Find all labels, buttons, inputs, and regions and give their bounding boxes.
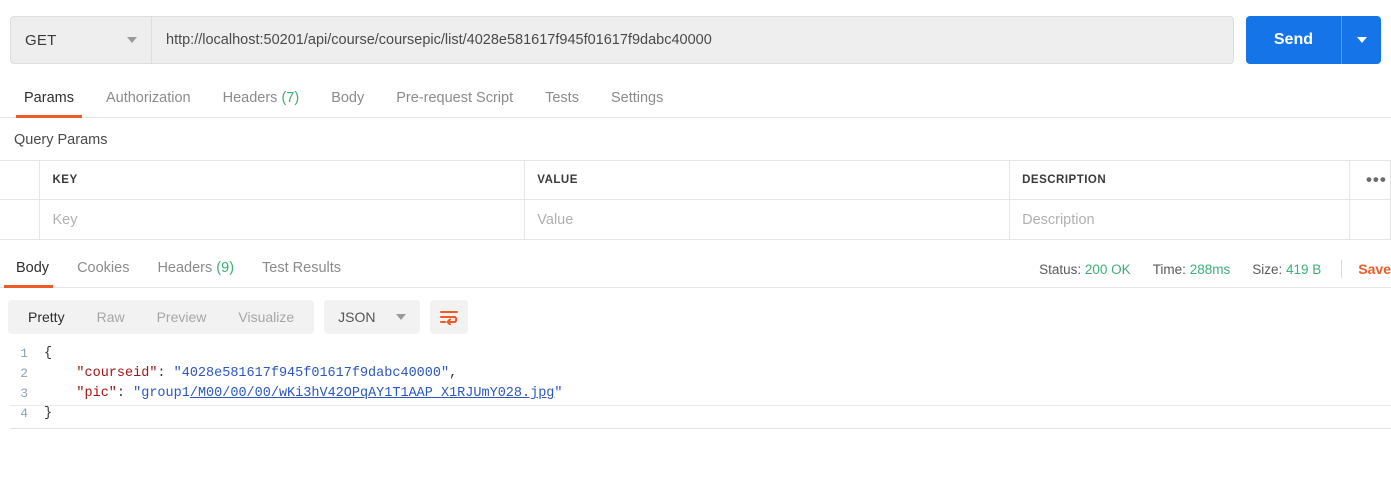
chevron-down-icon — [1356, 37, 1367, 43]
viewer-mode-pretty[interactable]: Pretty — [12, 300, 81, 334]
request-tabs: Params Authorization Headers (7) Body Pr… — [0, 78, 1391, 118]
code-line: 2 "courseid": "4028e581617f945f01617f9da… — [10, 366, 1391, 386]
tab-authorization[interactable]: Authorization — [90, 90, 207, 117]
divider — [1341, 260, 1343, 278]
response-viewer-toolbar: Pretty Raw Preview Visualize JSON — [0, 288, 1391, 346]
json-comma: , — [449, 366, 458, 381]
bulk-edit-icon[interactable]: ••• — [1362, 170, 1387, 189]
param-description-input[interactable]: Description — [1009, 199, 1350, 240]
time-indicator: Time: 288ms — [1153, 262, 1231, 277]
status-label: Status: — [1039, 261, 1082, 277]
response-tab-cookies-label: Cookies — [77, 260, 130, 276]
row-checkbox[interactable] — [0, 199, 41, 240]
code-line: 4 } — [10, 406, 1391, 426]
json-value-link[interactable]: /M00/00/00/wKi3hV42OPqAY1T1AAP_X1RJUmY02… — [190, 386, 555, 401]
tab-authorization-label: Authorization — [105, 90, 191, 106]
query-params-title: Query Params — [14, 132, 108, 148]
request-url-bar: GET http://localhost:50201/api/course/co… — [0, 0, 1391, 78]
size-indicator: Size: 419 B — [1252, 262, 1321, 277]
tab-tests[interactable]: Tests — [529, 90, 595, 117]
param-value-input[interactable]: Value — [524, 199, 1011, 240]
code-line: 1 { — [10, 346, 1391, 366]
tab-params-label: Params — [24, 90, 74, 106]
response-meta: Status: 200 OK Time: 288ms Size: 419 B S… — [1017, 260, 1391, 278]
json-value-prefix: "group1 — [133, 386, 190, 401]
viewer-mode-preview[interactable]: Preview — [141, 300, 223, 334]
tab-pre-request-script-label: Pre-request Script — [396, 90, 514, 106]
response-tab-cookies[interactable]: Cookies — [63, 260, 143, 287]
response-tab-headers-label: Headers — [157, 260, 213, 276]
status-indicator: Status: 200 OK — [1039, 262, 1131, 277]
column-description: DESCRIPTION — [1009, 160, 1350, 200]
code-text: { — [44, 346, 53, 361]
json-separator: : — [157, 366, 174, 381]
response-tab-headers-count: (9) — [216, 260, 235, 276]
column-key: KEY — [39, 160, 526, 200]
size-value: 419 B — [1286, 261, 1322, 277]
tab-settings-label: Settings — [610, 90, 664, 106]
line-number: 3 — [20, 386, 28, 401]
save-response-link[interactable]: Save — [1358, 261, 1391, 277]
table-header-row: KEY VALUE DESCRIPTION ••• — [0, 160, 1391, 200]
code-text: "courseid": "4028e581617f945f01617f9dabc… — [44, 366, 457, 381]
viewer-mode-visualize[interactable]: Visualize — [222, 300, 310, 334]
viewer-mode-raw[interactable]: Raw — [81, 300, 141, 334]
tab-params[interactable]: Params — [8, 90, 90, 118]
json-key: "courseid" — [76, 366, 158, 381]
send-button-group: Send — [1245, 16, 1381, 64]
param-key-input[interactable]: Key — [39, 199, 526, 240]
response-bar: Body Cookies Headers (9) Test Results St… — [0, 248, 1391, 288]
line-number: 2 — [20, 366, 28, 381]
size-label: Size: — [1252, 261, 1283, 277]
tab-tests-label: Tests — [545, 90, 579, 106]
code-text: "pic": "group1/M00/00/00/wKi3hV42OPqAY1T… — [44, 386, 563, 401]
chevron-down-icon — [127, 37, 137, 43]
divider — [10, 428, 1391, 429]
time-label: Time: — [1152, 261, 1186, 277]
http-method-dropdown[interactable]: GET — [10, 16, 152, 64]
response-format-dropdown[interactable]: JSON — [324, 300, 420, 334]
url-input[interactable]: http://localhost:50201/api/course/course… — [152, 16, 1234, 64]
response-tab-test-results-label: Test Results — [262, 260, 342, 276]
response-tab-body-label: Body — [16, 260, 50, 276]
line-number: 1 — [20, 346, 28, 361]
word-wrap-button[interactable] — [429, 300, 468, 334]
query-params-table: KEY VALUE DESCRIPTION ••• Key Value Desc… — [0, 160, 1391, 240]
status-value: 200 OK — [1084, 261, 1131, 277]
tab-body[interactable]: Body — [315, 90, 380, 117]
table-row: Key Value Description — [0, 199, 1391, 240]
code-line: 3 "pic": "group1/M00/00/00/wKi3hV42OPqAY… — [10, 386, 1391, 406]
tab-headers[interactable]: Headers (7) — [207, 90, 316, 117]
json-separator: : — [116, 386, 134, 401]
json-key: "pic" — [76, 386, 117, 401]
word-wrap-icon — [439, 311, 458, 325]
tab-settings[interactable]: Settings — [595, 90, 679, 117]
tab-body-label: Body — [331, 90, 365, 106]
tab-headers-count: (7) — [281, 90, 300, 106]
tab-pre-request-script[interactable]: Pre-request Script — [380, 90, 529, 117]
time-value: 288ms — [1189, 261, 1231, 277]
json-value-quote: " — [554, 386, 563, 401]
response-format-label: JSON — [338, 309, 376, 325]
send-button[interactable]: Send — [1246, 16, 1341, 64]
chevron-down-icon — [395, 314, 406, 320]
response-tab-headers[interactable]: Headers (9) — [143, 260, 248, 287]
response-tabs: Body Cookies Headers (9) Test Results — [0, 260, 355, 288]
column-value: VALUE — [524, 160, 1011, 200]
http-method-label: GET — [25, 31, 57, 49]
line-number: 4 — [20, 406, 28, 421]
send-options-dropdown[interactable] — [1341, 16, 1381, 64]
json-value: "4028e581617f945f01617f9dabc40000" — [173, 366, 450, 381]
response-tab-body[interactable]: Body — [2, 260, 63, 288]
response-tab-test-results[interactable]: Test Results — [248, 260, 355, 287]
response-body-viewer[interactable]: 1 { 2 "courseid": "4028e581617f945f01617… — [0, 346, 1391, 429]
column-checkbox — [0, 160, 41, 200]
tab-headers-label: Headers — [222, 90, 278, 106]
viewer-mode-group: Pretty Raw Preview Visualize — [8, 300, 315, 334]
code-text: } — [44, 406, 53, 421]
